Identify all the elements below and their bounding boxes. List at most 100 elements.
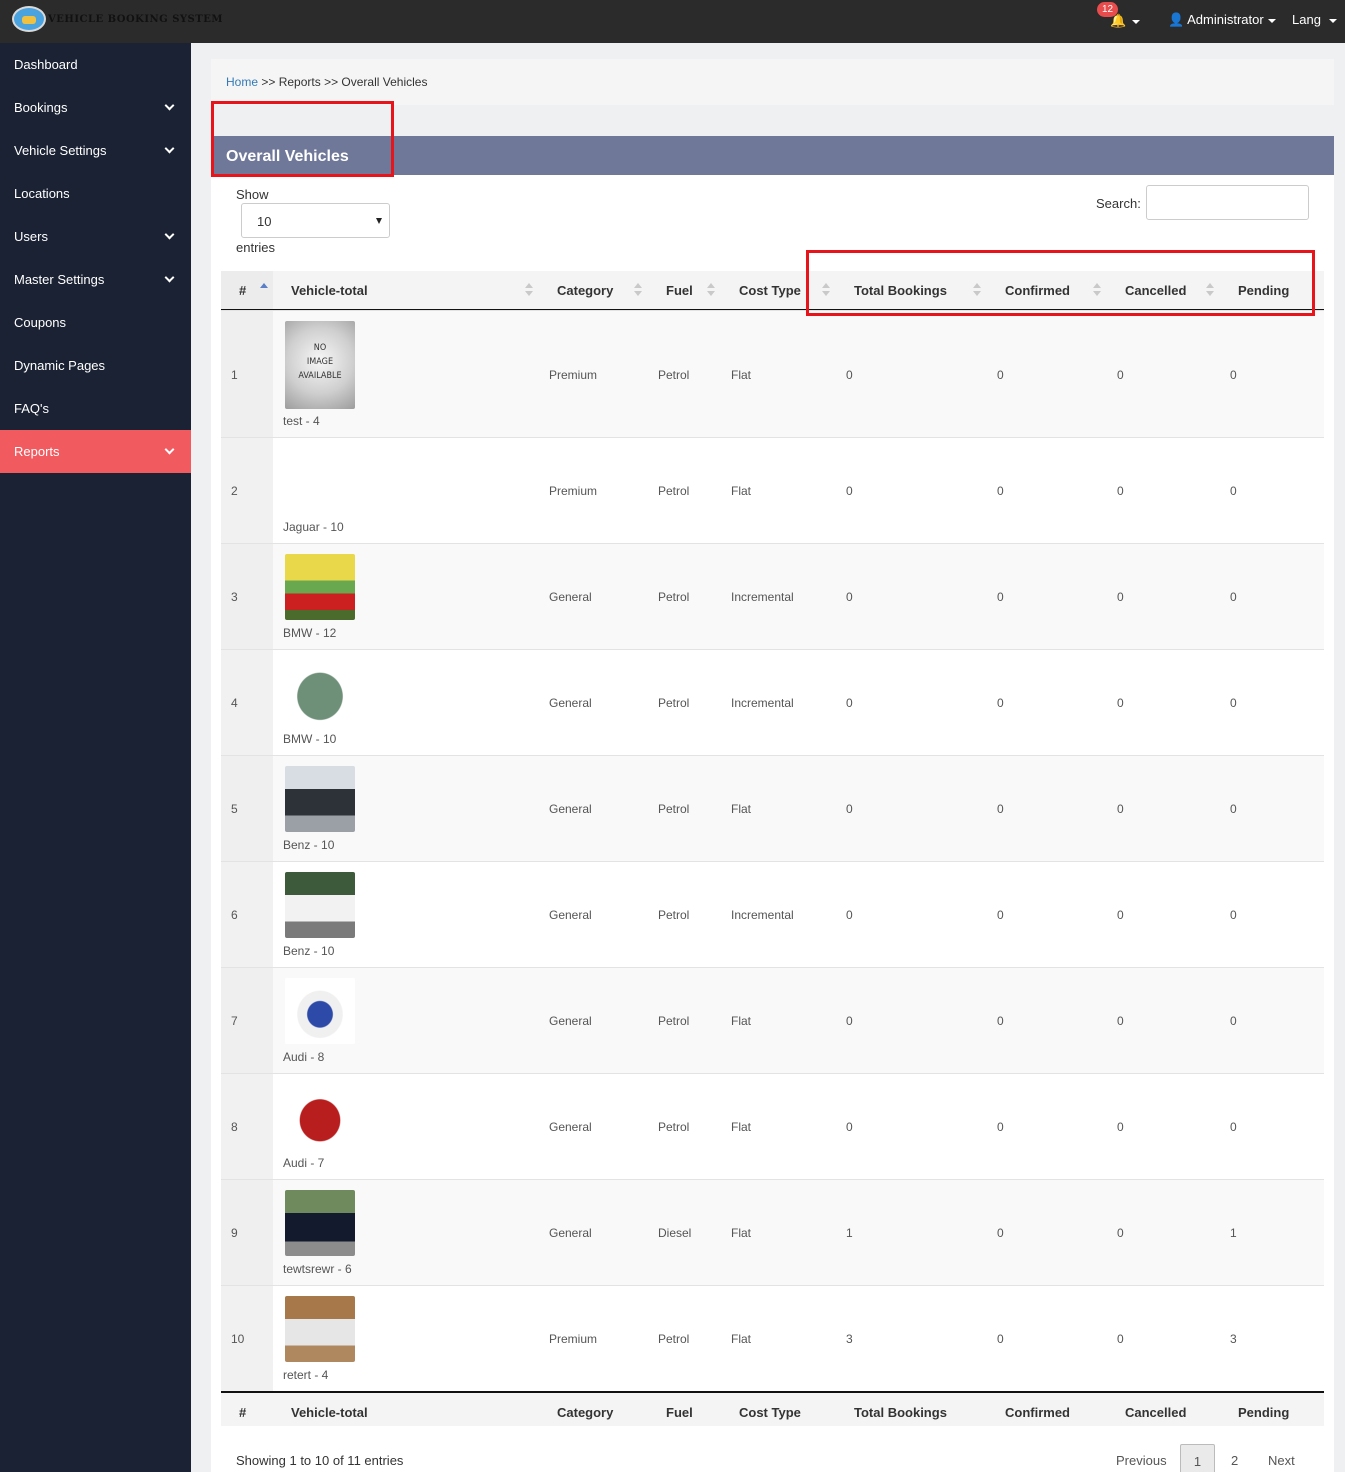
sidebar-item-reports[interactable]: Reports xyxy=(0,430,191,473)
cell-total: 0 xyxy=(846,802,853,816)
sidebar-item-dynamic-pages[interactable]: Dynamic Pages xyxy=(0,344,191,387)
breadcrumb-current: Overall Vehicles xyxy=(341,75,428,89)
search-input[interactable] xyxy=(1146,185,1309,220)
cell-total: 0 xyxy=(846,1014,853,1028)
column-header-category[interactable]: Category xyxy=(557,283,613,298)
row-index-cell xyxy=(221,650,273,755)
page-size-select[interactable]: 10 xyxy=(241,203,390,238)
dropdown-arrow-icon xyxy=(376,218,382,224)
sidebar-item-label: Master Settings xyxy=(14,272,105,287)
column-header-cancelled[interactable]: Cancelled xyxy=(1125,283,1186,298)
cell-pending: 0 xyxy=(1230,802,1237,816)
row-number: 7 xyxy=(231,1014,238,1028)
cell-pending: 0 xyxy=(1230,1014,1237,1028)
vehicle-image xyxy=(285,766,355,832)
chevron-down-icon xyxy=(164,100,175,111)
sort-icon[interactable] xyxy=(1093,283,1101,297)
cell-total: 0 xyxy=(846,368,853,382)
column-header-confirmed[interactable]: Confirmed xyxy=(1005,283,1070,298)
sort-icon[interactable] xyxy=(525,283,533,297)
column-footer-cost-type: Cost Type xyxy=(739,1405,801,1420)
language-menu-label: Lang xyxy=(1292,12,1321,27)
sidebar-item-label: FAQ's xyxy=(14,401,49,416)
cell-total: 0 xyxy=(846,908,853,922)
cell-cost-type: Incremental xyxy=(731,590,794,604)
row-index-cell xyxy=(221,862,273,967)
cell-cost-type: Incremental xyxy=(731,696,794,710)
cell-fuel: Petrol xyxy=(658,368,690,382)
cell-total: 0 xyxy=(846,590,853,604)
cell-cost-type: Flat xyxy=(731,484,752,498)
sidebar-item-faqs[interactable]: FAQ's xyxy=(0,387,191,430)
search-label: Search: xyxy=(1096,196,1141,211)
vehicle-name: BMW - 10 xyxy=(283,732,337,746)
pagination-next[interactable]: Next xyxy=(1268,1444,1295,1472)
cell-cost-type: Incremental xyxy=(731,908,794,922)
vehicle-name: Benz - 10 xyxy=(283,944,335,958)
row-index-cell xyxy=(221,1286,273,1391)
row-index-cell xyxy=(221,756,273,861)
breadcrumb-home-link[interactable]: Home xyxy=(226,75,258,89)
column-header-fuel[interactable]: Fuel xyxy=(666,283,693,298)
sidebar-item-vehicle-settings[interactable]: Vehicle Settings xyxy=(0,129,191,172)
cell-category: General xyxy=(549,802,592,816)
cell-confirmed: 0 xyxy=(997,590,1004,604)
sort-icon[interactable] xyxy=(973,283,981,297)
row-index-cell xyxy=(221,438,273,543)
cell-category: General xyxy=(549,1014,592,1028)
sort-asc-icon[interactable] xyxy=(260,283,268,297)
sort-icon[interactable] xyxy=(822,283,830,297)
sidebar-item-users[interactable]: Users xyxy=(0,215,191,258)
vehicle-image xyxy=(285,1190,355,1256)
sidebar-item-label: Reports xyxy=(14,444,60,459)
sidebar-item-bookings[interactable]: Bookings xyxy=(0,86,191,129)
cell-cancelled: 0 xyxy=(1117,484,1124,498)
cell-confirmed: 0 xyxy=(997,802,1004,816)
cell-total: 0 xyxy=(846,484,853,498)
cell-category: Premium xyxy=(549,484,598,498)
sidebar-item-master-settings[interactable]: Master Settings xyxy=(0,258,191,301)
column-header-cost-type[interactable]: Cost Type xyxy=(739,283,801,298)
sort-icon[interactable] xyxy=(707,283,715,297)
sort-icon[interactable] xyxy=(1206,283,1214,297)
sidebar-item-locations[interactable]: Locations xyxy=(0,172,191,215)
user-icon: 👤 xyxy=(1168,12,1185,27)
sidebar-item-dashboard[interactable]: Dashboard xyxy=(0,43,191,86)
notifications-dropdown[interactable]: 12 🔔 xyxy=(1097,2,1142,33)
row-number: 1 xyxy=(231,368,238,382)
table-footer-header: # Vehicle-total Category Fuel Cost Type … xyxy=(221,1391,1324,1426)
row-number: 8 xyxy=(231,1120,238,1134)
sidebar-item-label: Dashboard xyxy=(14,57,78,72)
vehicle-name: Audi - 7 xyxy=(283,1156,325,1170)
car-logo-icon xyxy=(12,6,46,32)
vehicle-name: Benz - 10 xyxy=(283,838,335,852)
breadcrumb-separator: >> xyxy=(320,75,342,89)
column-header-pending[interactable]: Pending xyxy=(1238,283,1289,298)
cell-confirmed: 0 xyxy=(997,908,1004,922)
column-header-vehicle[interactable]: Vehicle-total xyxy=(291,283,368,298)
cell-fuel: Petrol xyxy=(658,590,690,604)
brand-logo[interactable]: VEHICLE BOOKING SYSTEM xyxy=(12,6,223,32)
pagination-previous[interactable]: Previous xyxy=(1116,1444,1167,1472)
column-header-total-bookings[interactable]: Total Bookings xyxy=(854,283,947,298)
sort-icon[interactable] xyxy=(634,283,642,297)
vehicle-name: tewtsrewr - 6 xyxy=(283,1262,352,1276)
pagination-page-2[interactable]: 2 xyxy=(1231,1444,1238,1472)
cell-total: 3 xyxy=(846,1332,853,1346)
row-number: 4 xyxy=(231,696,238,710)
table-row: 4 BMW - 10 General Petrol Incremental 0 0 0 0 xyxy=(221,649,1324,755)
pagination-page-1[interactable]: 1 xyxy=(1180,1444,1215,1472)
language-menu[interactable]: Lang xyxy=(1292,12,1337,27)
cell-cancelled: 0 xyxy=(1117,368,1124,382)
vehicle-image: NO IMAGE AVAILABLE xyxy=(285,321,355,409)
column-header-index[interactable]: # xyxy=(239,283,246,298)
cell-pending: 0 xyxy=(1230,368,1237,382)
chevron-down-icon xyxy=(164,143,175,154)
cell-confirmed: 0 xyxy=(997,1120,1004,1134)
row-number: 9 xyxy=(231,1226,238,1240)
user-menu[interactable]: 👤 Administrator xyxy=(1168,12,1276,28)
sidebar-item-coupons[interactable]: Coupons xyxy=(0,301,191,344)
breadcrumb-reports: Reports xyxy=(278,75,321,89)
cell-category: General xyxy=(549,590,592,604)
breadcrumb-separator: >> xyxy=(258,75,279,89)
